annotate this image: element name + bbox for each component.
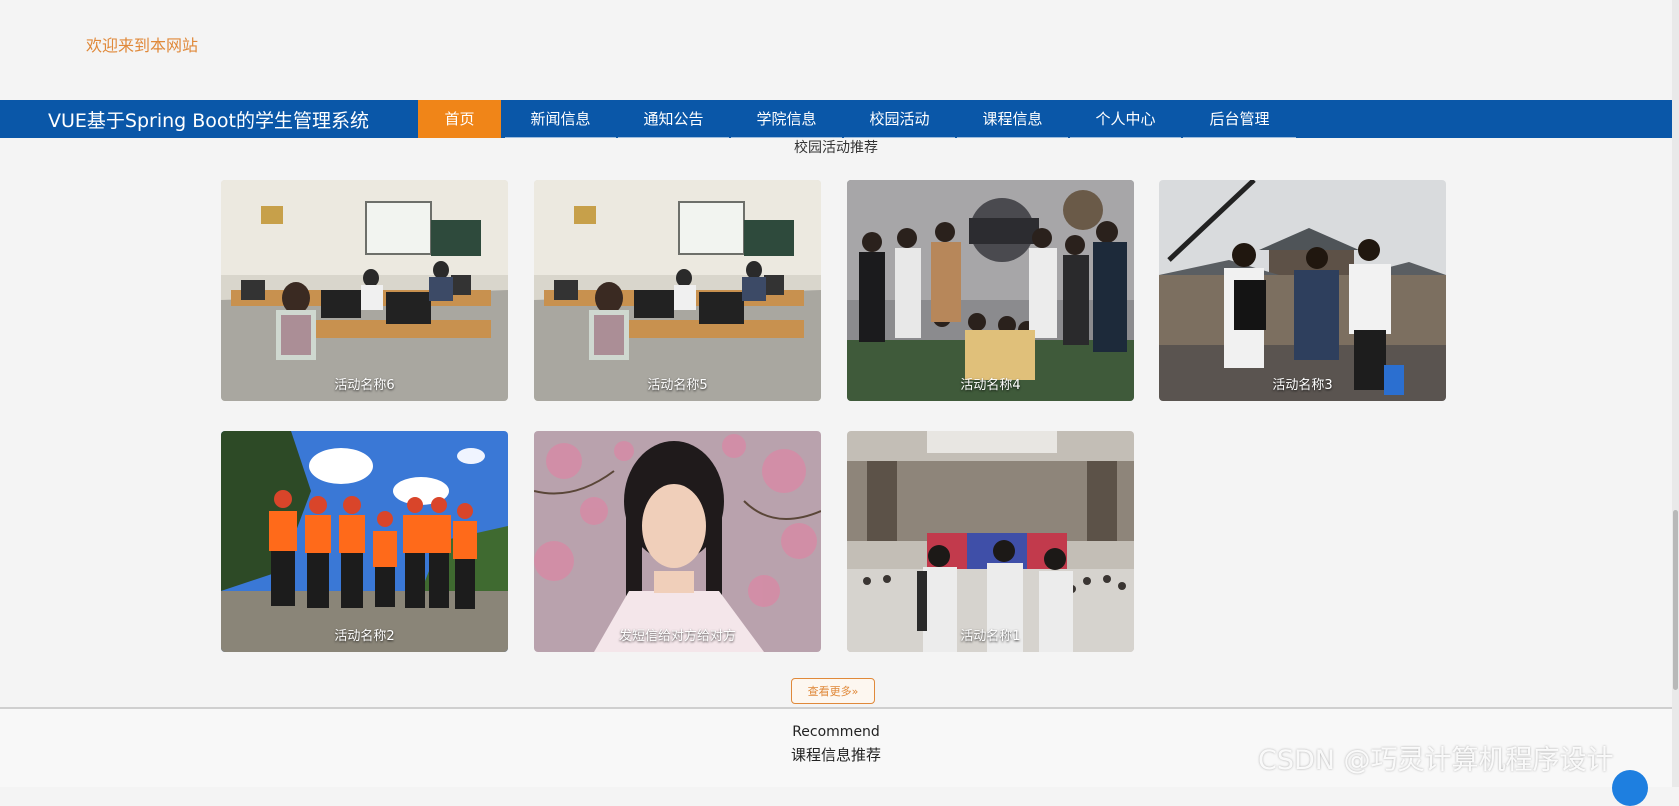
activity-card-title: 活动名称1	[960, 629, 1021, 644]
activity-card-title: 活动名称6	[334, 378, 395, 393]
conference-hall-photo	[847, 431, 1134, 652]
group-photo-outdoor	[1159, 180, 1446, 401]
nav-item-notices[interactable]: 通知公告	[618, 100, 729, 138]
view-more-button[interactable]: 查看更多»	[791, 678, 875, 704]
csdn-watermark: CSDN @巧灵计算机程序设计	[1258, 745, 1614, 776]
activity-card[interactable]: 活动名称6	[221, 180, 508, 401]
activities-section-title: 校园活动推荐	[794, 140, 878, 156]
activity-card[interactable]: 活动名称4	[847, 180, 1134, 401]
scrollbar-thumb[interactable]	[1673, 510, 1678, 690]
activity-card[interactable]: 活动名称3	[1159, 180, 1446, 401]
nav-item-courses[interactable]: 课程信息	[957, 100, 1068, 138]
nav-item-home[interactable]: 首页	[418, 100, 501, 138]
nav-item-news[interactable]: 新闻信息	[505, 100, 616, 138]
main-navbar: VUE基于Spring Boot的学生管理系统 首页 新闻信息 通知公告 学院信…	[0, 100, 1672, 138]
activity-card-title: 活动名称4	[960, 378, 1021, 393]
activity-card-title: 发短信给对方给对方	[618, 629, 736, 644]
site-brand[interactable]: VUE基于Spring Boot的学生管理系统	[48, 106, 369, 133]
activity-card[interactable]: 活动名称2	[221, 431, 508, 652]
floating-action-button[interactable]	[1612, 770, 1648, 806]
nav-item-activities[interactable]: 校园活动	[844, 100, 955, 138]
welcome-text: 欢迎来到本网站	[86, 36, 199, 55]
activity-card[interactable]: 活动名称1	[847, 431, 1134, 652]
activity-card[interactable]: 发短信给对方给对方	[534, 431, 821, 652]
classroom-photo	[534, 180, 821, 401]
nav-item-colleges[interactable]: 学院信息	[731, 100, 842, 138]
portrait-blossom-photo	[534, 431, 821, 652]
nav-item-profile[interactable]: 个人中心	[1070, 100, 1181, 138]
team-outdoor-photo	[221, 431, 508, 652]
activity-card-title: 活动名称5	[647, 378, 708, 393]
activity-card[interactable]: 活动名称5	[534, 180, 821, 401]
nav-item-admin[interactable]: 后台管理	[1183, 100, 1296, 138]
activity-card-title: 活动名称3	[1272, 378, 1333, 393]
group-photo-indoor	[847, 180, 1134, 401]
classroom-photo	[221, 180, 508, 401]
activity-card-title: 活动名称2	[334, 629, 395, 644]
